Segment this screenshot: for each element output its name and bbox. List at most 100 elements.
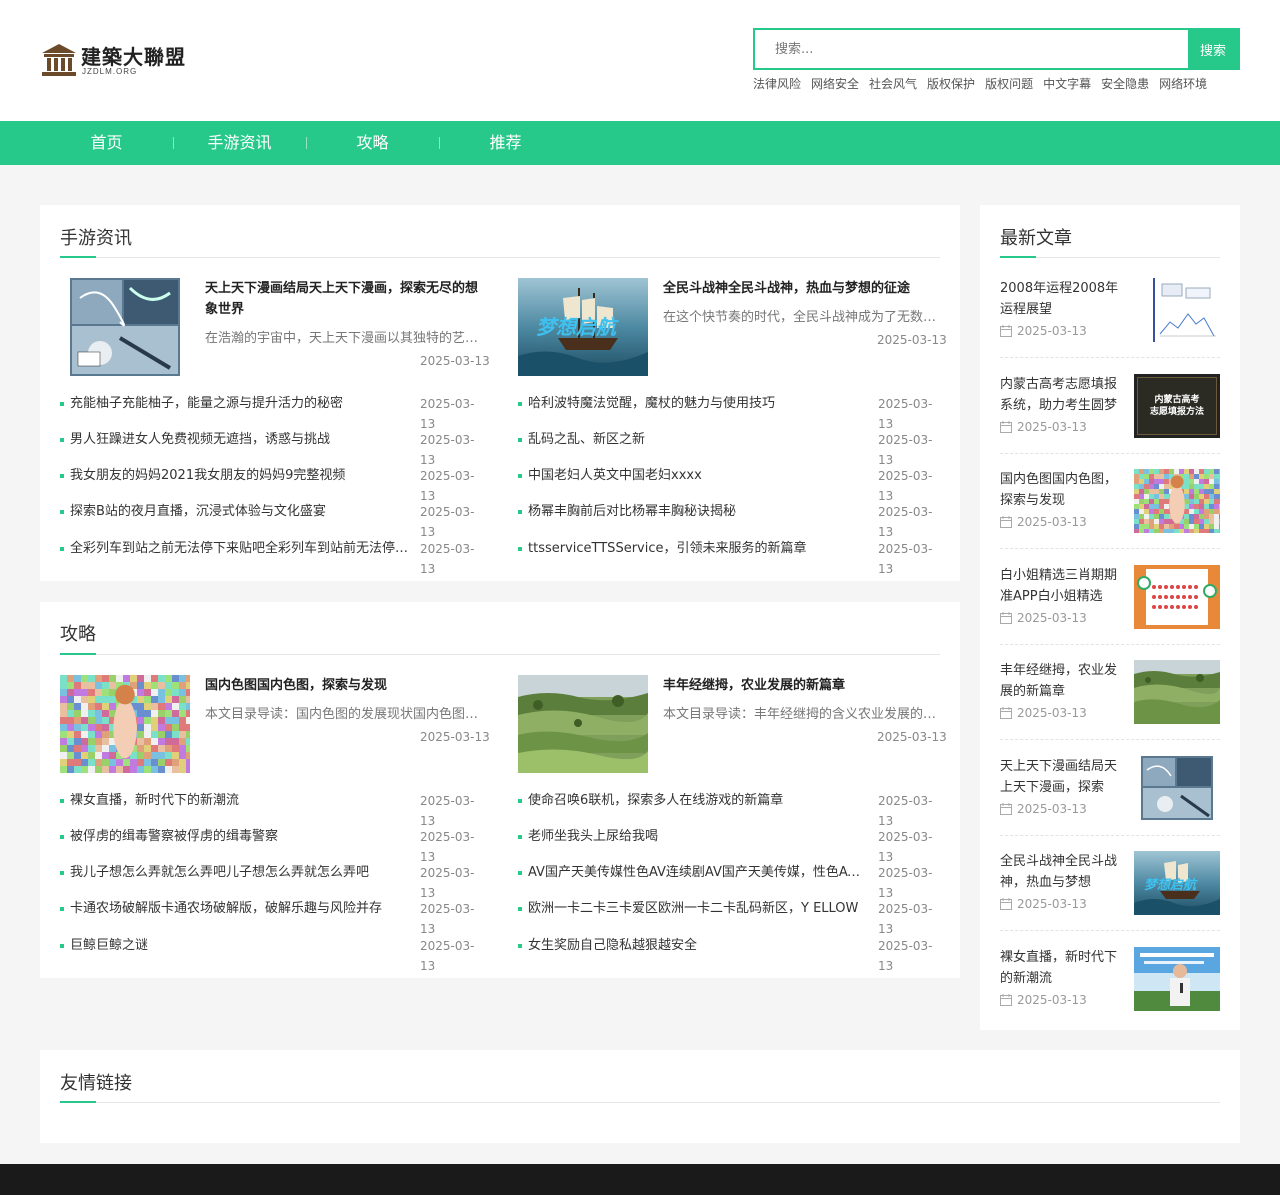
list-item[interactable]: 裸女直播，新时代下的新潮流 2025-03-13 <box>60 791 483 828</box>
list-item-title[interactable]: 全彩列车到站之前无法停下来贴吧全彩列车到站前无法停下来 <box>70 539 410 559</box>
sidebar-article[interactable]: 国内色图国内色图，探索与发现 2025-03-13 <box>1000 469 1220 565</box>
list-item[interactable]: ttsserviceTTSService，引领未来服务的新篇章 2025-03-… <box>518 539 941 576</box>
nav-item-recommended[interactable]: 推荐 <box>439 121 572 165</box>
article-title[interactable]: 国内色图国内色图，探索与发现 <box>205 675 485 696</box>
links-accent <box>60 1101 96 1103</box>
list-item[interactable]: 乱码之乱、新区之新 2025-03-13 <box>518 430 941 467</box>
article-title[interactable]: 丰年经继拇，农业发展的新篇章 <box>663 675 943 696</box>
article-title[interactable]: 全民斗战神全民斗战神，热血与梦想的征途 <box>663 278 943 299</box>
list-item[interactable]: 杨幂丰胸前后对比杨幂丰胸秘诀揭秘 2025-03-13 <box>518 502 941 539</box>
list-item[interactable]: AV国产天美传媒性色AV连续剧AV国产天美传媒，性色AV连续剧 2025-03-… <box>518 863 941 900</box>
hot-tag[interactable]: 社会风气 <box>869 75 917 93</box>
sidebar-article-title[interactable]: 天上天下漫画结局天上天下漫画，探索 <box>1000 756 1120 798</box>
search-button[interactable]: 搜索 <box>1188 30 1238 68</box>
hot-tag[interactable]: 版权问题 <box>985 75 1033 93</box>
list-item-title[interactable]: 使命召唤6联机，探索多人在线游戏的新篇章 <box>528 791 868 811</box>
search-input[interactable] <box>755 30 1188 68</box>
article-thumbnail-manga[interactable] <box>60 278 190 376</box>
sidebar-article[interactable]: 2008年运程2008年运程展望 2025-03-13 <box>1000 278 1220 374</box>
sidebar-article-title[interactable]: 内蒙古高考志愿填报系统，助力考生圆梦 <box>1000 374 1120 416</box>
sidebar-article-title[interactable]: 2008年运程2008年运程展望 <box>1000 278 1120 320</box>
list-item[interactable]: 老师坐我头上尿给我喝 2025-03-13 <box>518 827 941 864</box>
sidebar-article[interactable]: 白小姐精选三肖期期准APP白小姐精选 2025-03-13 <box>1000 565 1220 661</box>
sidebar-thumbnail[interactable] <box>1132 278 1220 342</box>
list-item-title[interactable]: 我女朋友的妈妈2021我女朋友的妈妈9完整视频 <box>70 466 410 486</box>
hot-tag[interactable]: 网络环境 <box>1159 75 1207 93</box>
sidebar-thumbnail[interactable] <box>1134 565 1220 629</box>
hot-tag[interactable]: 中文字幕 <box>1043 75 1091 93</box>
list-item-title[interactable]: 探索B站的夜月直播，沉浸式体验与文化盛宴 <box>70 502 410 522</box>
sidebar-thumbnail[interactable] <box>1141 756 1213 820</box>
list-item[interactable]: 我儿子想怎么弄就怎么弄吧儿子想怎么弄就怎么弄吧 2025-03-13 <box>60 863 483 900</box>
sidebar-separator <box>1000 548 1220 549</box>
list-item[interactable]: 充能柚子充能柚子，能量之源与提升活力的秘密 2025-03-13 <box>60 394 483 431</box>
list-item-title[interactable]: 充能柚子充能柚子，能量之源与提升活力的秘密 <box>70 394 410 414</box>
sidebar-thumbnail[interactable] <box>1134 469 1220 533</box>
list-item-title[interactable]: 哈利波特魔法觉醒，魔杖的魅力与使用技巧 <box>528 394 868 414</box>
article-thumbnail-ship[interactable]: 梦想启航 <box>518 278 648 376</box>
list-item[interactable]: 欧洲一卡二卡三卡爱区欧洲一卡二卡乱码新区，Y ELLOW 2025-03-13 <box>518 899 941 936</box>
hot-tag[interactable]: 法律风险 <box>753 75 801 93</box>
nav-item-home[interactable]: 首页 <box>40 121 173 165</box>
hot-tag[interactable]: 版权保护 <box>927 75 975 93</box>
list-item-title[interactable]: 杨幂丰胸前后对比杨幂丰胸秘诀揭秘 <box>528 502 868 522</box>
list-item-date: 2025-03-13 <box>420 902 475 936</box>
sidebar-thumbnail[interactable] <box>1134 660 1220 724</box>
sidebar-article[interactable]: 内蒙古高考志愿填报系统，助力考生圆梦 2025-03-13 内蒙古高考 志愿填报… <box>1000 374 1220 470</box>
article-thumbnail-tea-field[interactable] <box>518 675 648 773</box>
list-item-title[interactable]: 巨鲸巨鲸之谜 <box>70 936 410 956</box>
speaker-image <box>1134 947 1220 1011</box>
list-item-title[interactable]: 老师坐我头上尿给我喝 <box>528 827 868 847</box>
sidebar-article[interactable]: 天上天下漫画结局天上天下漫画，探索 2025-03-13 <box>1000 756 1220 852</box>
sidebar-article[interactable]: 丰年经继拇，农业发展的新篇章 2025-03-13 <box>1000 660 1220 756</box>
nav-item-guides[interactable]: 攻略 <box>306 121 439 165</box>
list-item[interactable]: 女生奖励自己隐私越狠越安全 2025-03-13 <box>518 936 941 973</box>
list-item-title[interactable]: 裸女直播，新时代下的新潮流 <box>70 791 410 811</box>
list-item-title[interactable]: 乱码之乱、新区之新 <box>528 430 868 450</box>
hot-tag[interactable]: 网络安全 <box>811 75 859 93</box>
date-text: 2025-03-13 <box>1017 611 1087 625</box>
site-logo[interactable]: 建築大聯盟 JZDLM.ORG <box>40 40 200 80</box>
links-title: 友情链接 <box>60 1073 132 1094</box>
list-item-title[interactable]: 女生奖励自己隐私越狠越安全 <box>528 936 868 956</box>
sidebar-accent <box>1000 256 1036 258</box>
list-item-title[interactable]: 被俘虏的缉毒警察被俘虏的缉毒警察 <box>70 827 410 847</box>
list-item-title[interactable]: 我儿子想怎么弄就怎么弄吧儿子想怎么弄就怎么弄吧 <box>70 863 410 883</box>
list-item-title[interactable]: AV国产天美传媒性色AV连续剧AV国产天美传媒，性色AV连续剧 <box>528 863 868 883</box>
list-item-title[interactable]: ttsserviceTTSService，引领未来服务的新篇章 <box>528 539 868 559</box>
list-item-title[interactable]: 中国老妇人英文中国老妇xxxx <box>528 466 868 486</box>
section-title: 手游资讯 <box>60 228 132 249</box>
article-title[interactable]: 天上天下漫画结局天上天下漫画，探索无尽的想象世界 <box>205 278 485 320</box>
nav-item-mobile-games[interactable]: 手游资讯 <box>173 121 306 165</box>
sidebar-thumbnail[interactable] <box>1134 947 1220 1011</box>
list-item[interactable]: 我女朋友的妈妈2021我女朋友的妈妈9完整视频 2025-03-13 <box>60 466 483 503</box>
list-item-date: 2025-03-13 <box>878 505 933 539</box>
list-item[interactable]: 巨鲸巨鲸之谜 2025-03-13 <box>60 936 483 973</box>
section-accent <box>60 256 96 258</box>
list-item[interactable]: 男人狂躁进女人免费视频无遮挡，诱惑与挑战 2025-03-13 <box>60 430 483 467</box>
sidebar-article-title[interactable]: 国内色图国内色图，探索与发现 <box>1000 469 1120 511</box>
sidebar-thumbnail[interactable]: 梦想启航 <box>1134 851 1220 915</box>
list-item-date: 2025-03-13 <box>878 433 933 467</box>
sidebar-article-title[interactable]: 全民斗战神全民斗战神，热血与梦想 <box>1000 851 1120 893</box>
sidebar-article-title[interactable]: 丰年经继拇，农业发展的新篇章 <box>1000 660 1120 702</box>
article-thumbnail-mosaic[interactable] <box>60 675 190 773</box>
sidebar-article-title[interactable]: 白小姐精选三肖期期准APP白小姐精选 <box>1000 565 1120 607</box>
list-item[interactable]: 探索B站的夜月直播，沉浸式体验与文化盛宴 2025-03-13 <box>60 502 483 539</box>
list-item[interactable]: 中国老妇人英文中国老妇xxxx 2025-03-13 <box>518 466 941 503</box>
list-item-title[interactable]: 欧洲一卡二卡三卡爱区欧洲一卡二卡乱码新区，Y ELLOW <box>528 899 868 919</box>
list-item-title[interactable]: 卡通农场破解版卡通农场破解版，破解乐趣与风险并存 <box>70 899 410 919</box>
hot-tag[interactable]: 安全隐患 <box>1101 75 1149 93</box>
svg-text:梦想启航: 梦想启航 <box>1144 877 1198 893</box>
sidebar-article[interactable]: 全民斗战神全民斗战神，热血与梦想 2025-03-13 梦想启航 <box>1000 851 1220 947</box>
list-item[interactable]: 哈利波特魔法觉醒，魔杖的魅力与使用技巧 2025-03-13 <box>518 394 941 431</box>
sidebar-article-title[interactable]: 裸女直播，新时代下的新潮流 <box>1000 947 1120 989</box>
list-item[interactable]: 使命召唤6联机，探索多人在线游戏的新篇章 2025-03-13 <box>518 791 941 828</box>
sidebar-thumbnail[interactable]: 内蒙古高考 志愿填报方法 <box>1134 374 1220 438</box>
sidebar-article[interactable]: 裸女直播，新时代下的新潮流 2025-03-13 <box>1000 947 1220 1043</box>
list-item[interactable]: 全彩列车到站之前无法停下来贴吧全彩列车到站前无法停下来 2025-03-13 <box>60 539 483 576</box>
sidebar-separator <box>1000 835 1220 836</box>
list-item-title[interactable]: 男人狂躁进女人免费视频无遮挡，诱惑与挑战 <box>70 430 410 450</box>
list-item[interactable]: 卡通农场破解版卡通农场破解版，破解乐趣与风险并存 2025-03-13 <box>60 899 483 936</box>
list-item[interactable]: 被俘虏的缉毒警察被俘虏的缉毒警察 2025-03-13 <box>60 827 483 864</box>
